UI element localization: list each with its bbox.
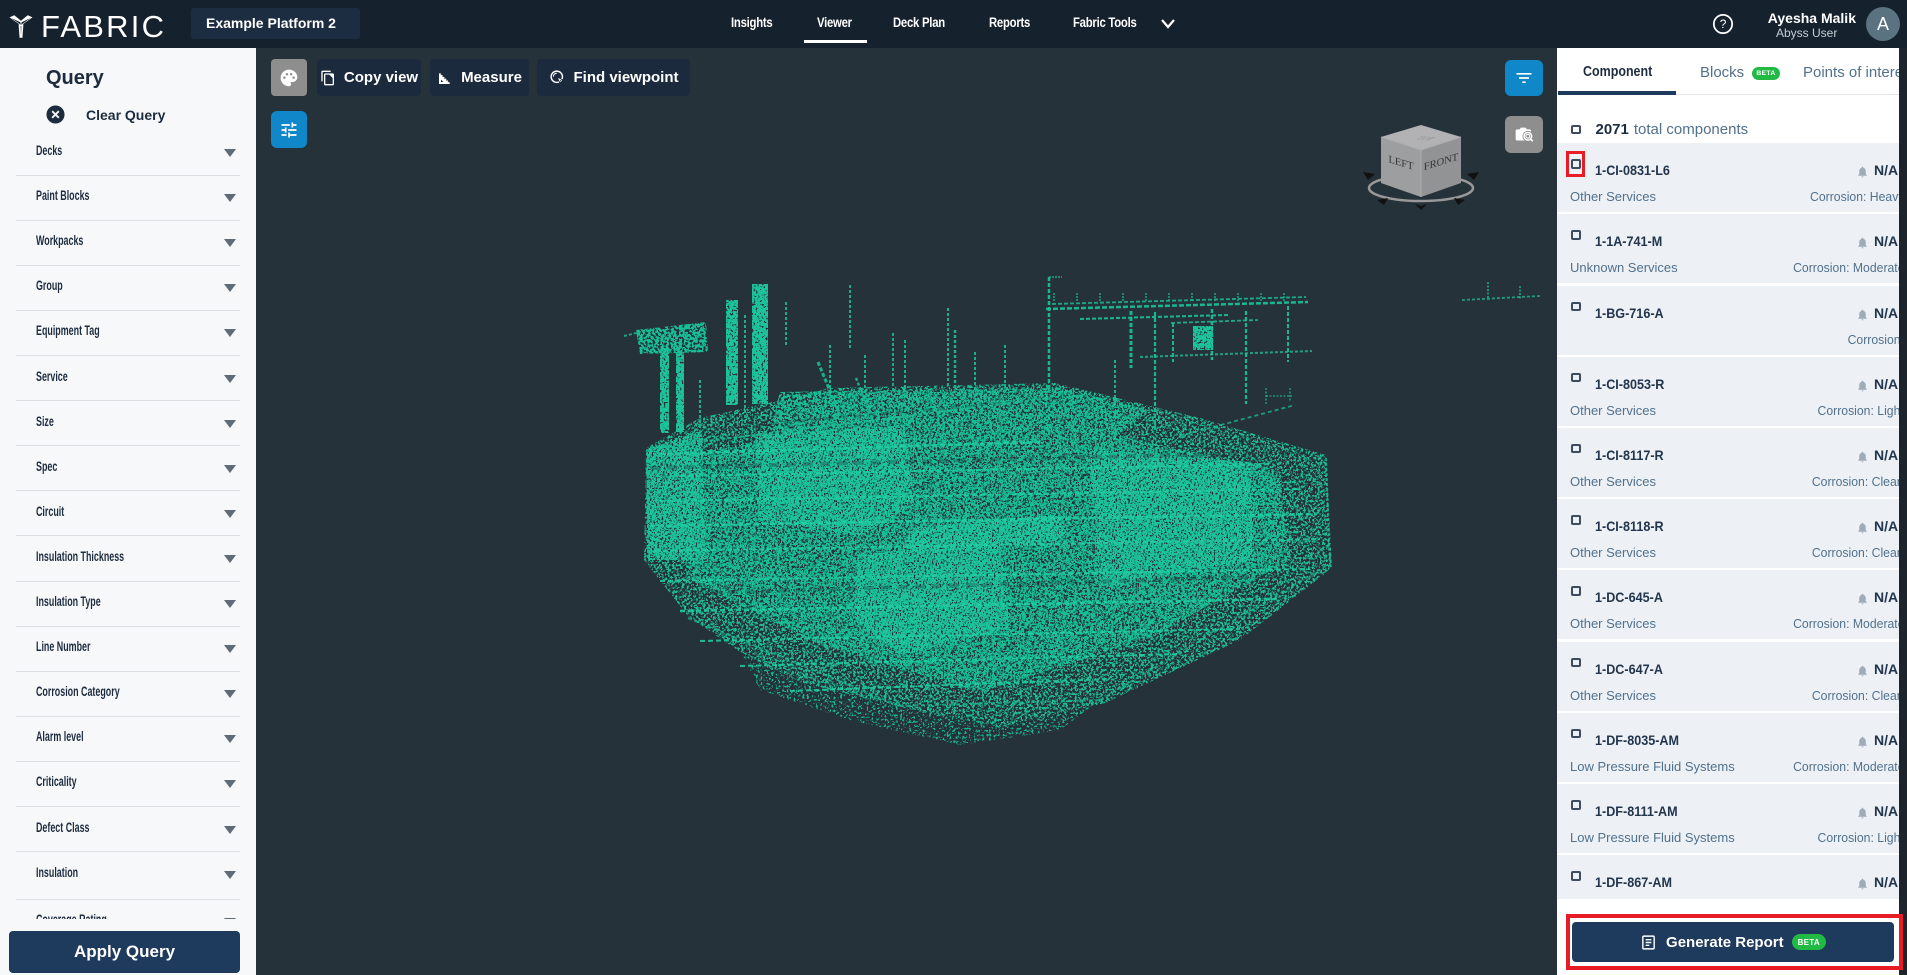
svg-text:?: ?	[1720, 17, 1727, 31]
